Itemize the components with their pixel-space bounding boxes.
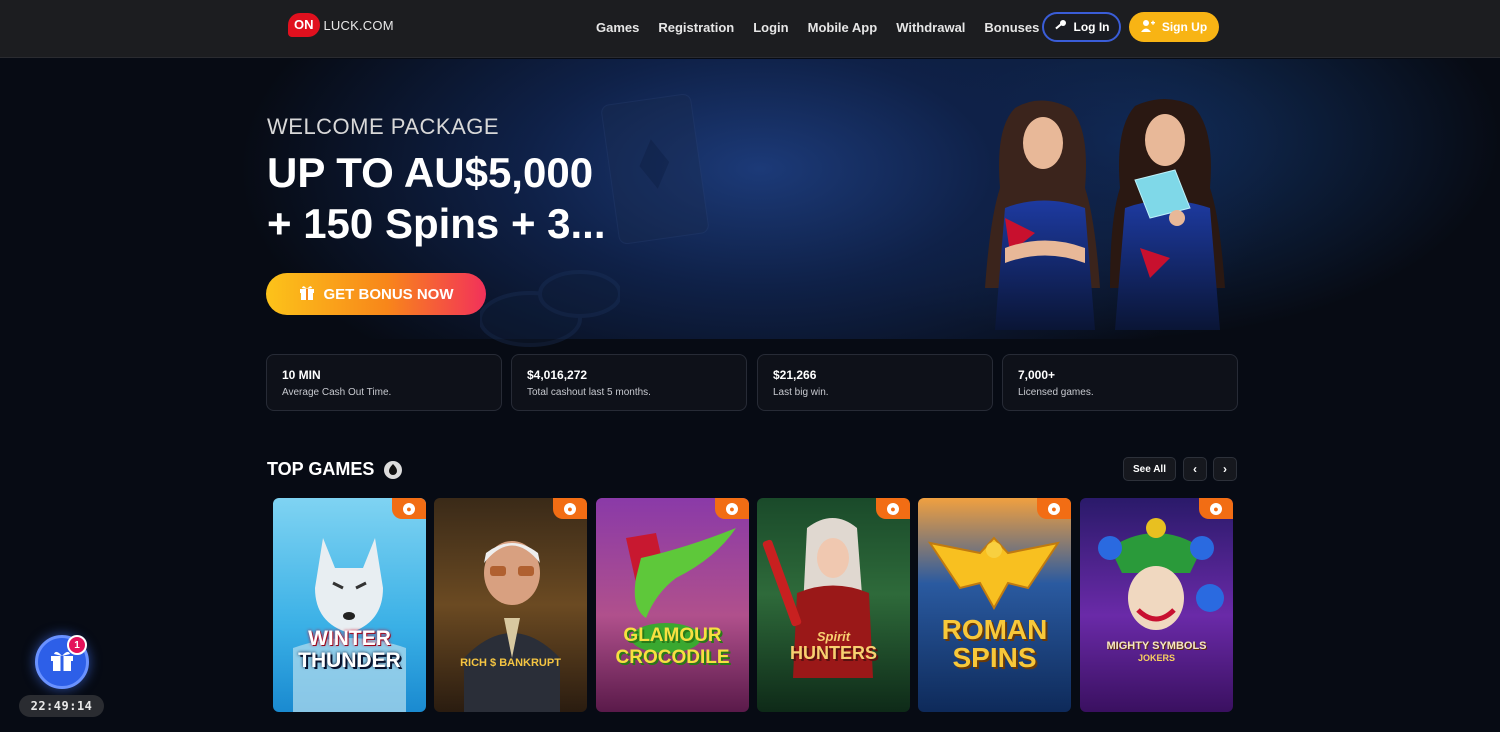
logo-badge: ON bbox=[288, 13, 320, 37]
nav-games[interactable]: Games bbox=[596, 20, 639, 35]
stat-value: $4,016,272 bbox=[527, 368, 588, 382]
game-title-line2: JOKERS bbox=[1137, 653, 1175, 663]
stat-card-licensed-games: 7,000+ Licensed games. bbox=[1002, 354, 1238, 411]
businessman-art bbox=[464, 541, 560, 712]
login-label: Log In bbox=[1073, 20, 1110, 34]
game-card-glamour-crocodile[interactable]: ● GLAMOUR CROCODILE bbox=[596, 498, 749, 712]
carousel-next-button[interactable]: › bbox=[1213, 457, 1237, 481]
game-title-line1: WINTER bbox=[308, 627, 391, 650]
top-header: ON LUCK.COM Games Registration Login Mob… bbox=[0, 0, 1500, 58]
nav-mobile-app[interactable]: Mobile App bbox=[808, 20, 878, 35]
login-button[interactable]: Log In bbox=[1042, 12, 1121, 42]
casino-chips-decoration bbox=[480, 270, 620, 347]
game-card-mighty-symbols-jokers[interactable]: ● MIGHTY SYMBOLS JOKERS bbox=[1080, 498, 1233, 712]
joker-art bbox=[1098, 518, 1224, 630]
fire-icon: ● bbox=[403, 502, 415, 515]
wolf-art bbox=[293, 538, 406, 712]
eagle-art bbox=[927, 536, 1061, 611]
game-title-line1: RICH $ BANKRUPT bbox=[460, 657, 561, 669]
hot-badge: ● bbox=[392, 498, 426, 519]
stat-card-last-win: $21,266 Last big win. bbox=[757, 354, 993, 411]
nav-login[interactable]: Login bbox=[753, 20, 788, 35]
stat-label: Last big win. bbox=[773, 387, 829, 398]
stat-card-total-cashout: $4,016,272 Total cashout last 5 months. bbox=[511, 354, 747, 411]
game-title-word1: RICH bbox=[460, 657, 487, 669]
stat-value: 7,000+ bbox=[1018, 368, 1056, 382]
hero-banner bbox=[0, 59, 1500, 347]
main-nav: Games Registration Login Mobile App With… bbox=[596, 0, 1072, 54]
hunter-art bbox=[762, 518, 873, 678]
nav-registration[interactable]: Registration bbox=[658, 20, 734, 35]
signup-button[interactable]: Sign Up bbox=[1129, 12, 1219, 42]
stat-label: Total cashout last 5 months. bbox=[527, 387, 651, 398]
countdown-timer: 22:49:14 bbox=[19, 695, 104, 717]
hot-badge: ● bbox=[876, 498, 910, 519]
nav-bonuses-label: Bonuses bbox=[984, 19, 1040, 35]
game-title-line1: Spirit bbox=[816, 629, 851, 644]
game-title-line2: SPINS bbox=[952, 642, 1037, 673]
carousel-prev-button[interactable]: ‹ bbox=[1183, 457, 1207, 481]
fire-icon: ● bbox=[726, 502, 738, 515]
game-title-line2: CROCODILE bbox=[615, 647, 730, 668]
stat-value: 10 MIN bbox=[282, 368, 321, 382]
signup-label: Sign Up bbox=[1161, 20, 1208, 34]
fire-icon: ● bbox=[887, 502, 899, 515]
stat-label: Licensed games. bbox=[1018, 387, 1094, 398]
get-bonus-button[interactable]: GET BONUS NOW bbox=[266, 273, 486, 315]
game-title-word2: BANKRUPT bbox=[499, 657, 561, 669]
welcome-label: WELCOME PACKAGE bbox=[267, 114, 500, 139]
bonus-amount: UP TO AU$5,000 bbox=[267, 149, 594, 196]
top-games-heading: TOP GAMES bbox=[267, 459, 403, 480]
crocodile-art bbox=[626, 528, 736, 653]
stat-label: Average Cash Out Time. bbox=[282, 387, 392, 398]
game-card-roman-spins[interactable]: ● ROMAN SPINS bbox=[918, 498, 1071, 712]
nav-withdrawal[interactable]: Withdrawal bbox=[896, 20, 965, 35]
fire-icon bbox=[384, 460, 403, 479]
hot-badge: ● bbox=[553, 498, 587, 519]
hot-badge: ● bbox=[1037, 498, 1071, 519]
get-bonus-label: GET BONUS NOW bbox=[323, 285, 454, 303]
user-plus-icon bbox=[1140, 19, 1155, 35]
fire-icon: ● bbox=[1048, 502, 1060, 515]
gift-icon bbox=[299, 284, 315, 305]
site-logo[interactable]: ON LUCK.COM bbox=[288, 12, 394, 38]
game-title-line1: ROMAN bbox=[941, 614, 1048, 645]
game-card-spirit-hunters[interactable]: ● Spirit HUNTERS bbox=[757, 498, 910, 712]
game-card-rich-bankrupt[interactable]: ● RICH $ BANKRUPT bbox=[434, 498, 587, 712]
fire-icon: ● bbox=[564, 502, 576, 515]
logo-text: LUCK.COM bbox=[323, 17, 394, 33]
hot-badge: ● bbox=[715, 498, 749, 519]
stat-card-cashout-time: 10 MIN Average Cash Out Time. bbox=[266, 354, 502, 411]
see-all-button[interactable]: See All bbox=[1123, 457, 1176, 481]
fire-icon: ● bbox=[1210, 502, 1222, 515]
hero-models-image bbox=[985, 99, 1225, 330]
game-title-line2: THUNDER bbox=[298, 649, 401, 672]
key-icon bbox=[1054, 19, 1067, 35]
stat-value: $21,266 bbox=[773, 368, 817, 382]
game-title-line1: GLAMOUR bbox=[623, 625, 722, 646]
notification-badge: 1 bbox=[67, 635, 87, 655]
game-title-line1: MIGHTY SYMBOLS bbox=[1106, 640, 1207, 652]
game-card-winter-thunder[interactable]: ● WINTER THUNDER bbox=[273, 498, 426, 712]
bonus-spins: + 150 Spins + 3... bbox=[267, 200, 606, 247]
game-title-line2: HUNTERS bbox=[789, 643, 877, 663]
top-games-title: TOP GAMES bbox=[267, 459, 375, 479]
hot-badge: ● bbox=[1199, 498, 1233, 519]
